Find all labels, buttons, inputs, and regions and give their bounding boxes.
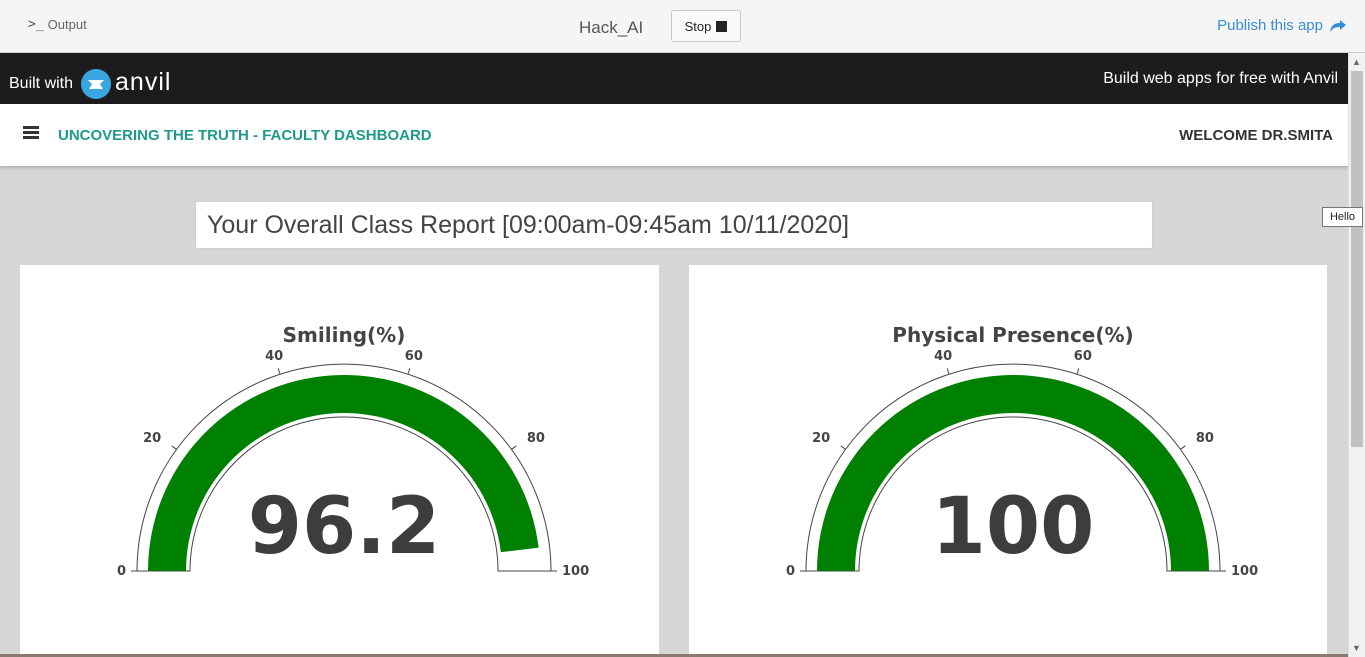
publish-link[interactable]: Publish this app (1217, 17, 1347, 34)
anvil-logo-icon (81, 69, 112, 99)
gauge-tick (511, 445, 517, 450)
gauge-tick-label: 20 (812, 431, 830, 446)
gauge-tick-label: 60 (1074, 349, 1092, 364)
gauge-tick-label: 80 (527, 431, 545, 446)
gauge-title: Smiling(%) (283, 323, 406, 347)
scroll-thumb[interactable] (1351, 71, 1363, 447)
toolbar: >_ Output Hack_AI Stop Publish this app (0, 0, 1365, 53)
gauge-tick (407, 368, 411, 375)
gauge-value: 100 (932, 482, 1095, 572)
gauge-tick (946, 368, 950, 375)
gauge-tick-label: 40 (934, 349, 952, 364)
report-title: Your Overall Class Report [09:00am-09:45… (207, 211, 850, 239)
gauge-tick (840, 445, 846, 450)
app-header: UNCOVERING THE TRUTH - FACULTY DASHBOARD… (0, 104, 1348, 166)
gauge-tick (1180, 445, 1186, 450)
gauge-tick (1076, 368, 1080, 375)
stop-button[interactable]: Stop (671, 10, 741, 42)
gauge-value: 96.2 (248, 482, 440, 572)
menu-icon[interactable] (23, 126, 39, 140)
gauge-tick (277, 368, 281, 375)
gauge-tick-label: 0 (117, 564, 126, 579)
vertical-scrollbar[interactable]: ▲ ▼ (1348, 53, 1365, 657)
smiling-gauge-card: Smiling(%) 0 20 40 60 80 100 96.2 (20, 265, 659, 657)
stop-label: Stop (684, 18, 712, 34)
welcome-text: WELCOME DR.SMITA (1179, 127, 1333, 144)
terminal-icon: >_ (28, 17, 44, 32)
gauge-tick-label: 80 (1196, 431, 1214, 446)
gauge-title: Physical Presence(%) (892, 323, 1133, 347)
anvil-promo-link[interactable]: Build web apps for free with Anvil (1103, 70, 1338, 88)
scroll-down-icon[interactable]: ▼ (1352, 643, 1361, 653)
gauge-tick-label: 20 (143, 431, 161, 446)
gauge-tick (171, 445, 177, 450)
publish-label: Publish this app (1217, 17, 1323, 34)
gauge-tick-label: 60 (405, 349, 423, 364)
tooltip: Hello (1322, 207, 1363, 227)
report-title-box: Your Overall Class Report [09:00am-09:45… (195, 201, 1153, 249)
physical-presence-gauge: Physical Presence(%) 0 20 40 60 80 100 100 (786, 323, 1258, 579)
output-label: Output (47, 17, 87, 32)
gauge-tick-label: 0 (786, 564, 795, 579)
anvil-banner: Built with anvil Build web apps for free… (0, 53, 1348, 104)
share-arrow-icon (1330, 19, 1346, 32)
gauge-tick-label: 40 (265, 349, 283, 364)
built-with-label: Built with (9, 75, 74, 92)
stop-icon (716, 20, 728, 32)
built-with: Built with anvil (9, 67, 172, 99)
page-title: UNCOVERING THE TRUTH - FACULTY DASHBOARD (58, 127, 432, 144)
anvil-logo[interactable]: anvil (77, 67, 172, 99)
gauge-tick-label: 100 (1231, 564, 1258, 579)
output-button[interactable]: >_ Output (28, 17, 87, 32)
anvil-logo-text: anvil (115, 67, 172, 96)
gauge-tick-label: 100 (562, 564, 589, 579)
smiling-gauge: Smiling(%) 0 20 40 60 80 100 96.2 (117, 323, 589, 579)
app-name: Hack_AI (579, 18, 644, 37)
presence-gauge-card: Physical Presence(%) 0 20 40 60 80 100 100 (689, 265, 1327, 657)
scroll-up-icon[interactable]: ▲ (1352, 57, 1361, 67)
